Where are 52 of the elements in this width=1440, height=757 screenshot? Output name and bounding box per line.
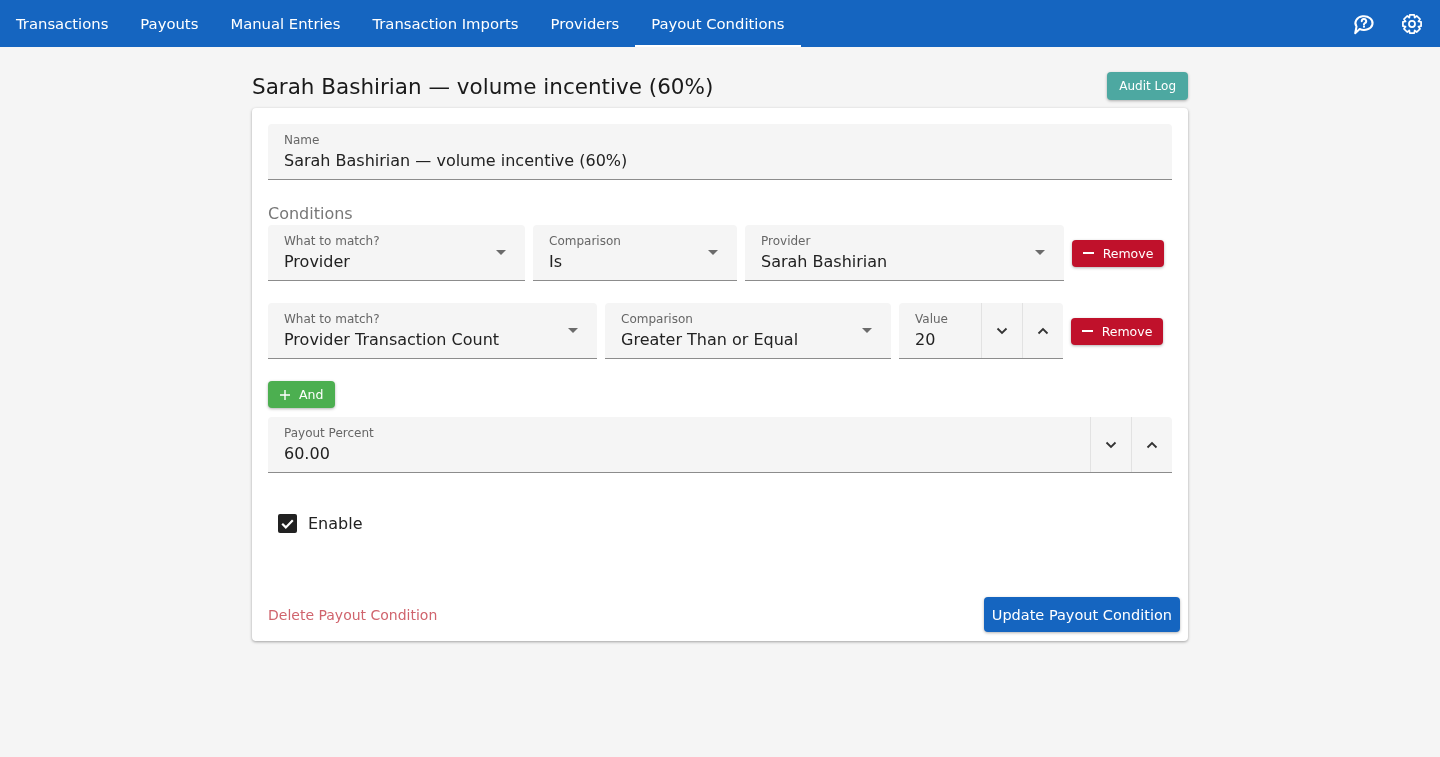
number-field[interactable]: Value 20 (899, 303, 1063, 359)
nav-tab[interactable]: Payouts (124, 0, 215, 47)
checkbox-label: Enable (308, 513, 363, 533)
help-icon[interactable] (1352, 12, 1375, 35)
nav-tab[interactable]: Manual Entries (214, 0, 357, 47)
select-field[interactable]: What to match? Provider Transaction Count (268, 303, 597, 359)
field-label: Payout Percent (284, 426, 374, 440)
plus-icon (280, 389, 290, 400)
nav-tab[interactable]: Providers (534, 0, 636, 47)
nav-tab[interactable]: Transaction Imports (356, 0, 535, 47)
update-button[interactable]: Update Payout Condition (983, 597, 1180, 632)
field-value: Provider Transaction Count (284, 330, 500, 350)
field-label: Name (284, 133, 320, 147)
chevron-up-icon (1146, 440, 1158, 449)
nav-tab[interactable]: Payout Conditions (635, 0, 801, 47)
field-label: Provider (761, 234, 811, 248)
select-field[interactable]: Comparison Is (533, 225, 737, 281)
caret-icon (496, 250, 506, 255)
page-title: Sarah Bashirian — volume incentive (60%) (252, 73, 714, 99)
number-field[interactable]: Payout Percent 60.00 (268, 417, 1172, 473)
caret-icon (862, 328, 872, 333)
field-value: Sarah Bashirian (761, 252, 888, 272)
caret-icon (708, 250, 718, 255)
checkbox-checked-icon[interactable] (278, 513, 297, 533)
field-value: Greater Than or Equal (621, 330, 799, 350)
caret-icon (1035, 250, 1045, 255)
settings-icon[interactable] (1401, 12, 1423, 35)
select-field[interactable]: What to match? Provider (268, 225, 525, 281)
chevron-down-icon (996, 326, 1008, 335)
section-label: Conditions (268, 204, 353, 224)
select-field[interactable]: Comparison Greater Than or Equal (605, 303, 891, 359)
minus-icon (1081, 330, 1093, 332)
remove-button[interactable]: Remove (1072, 239, 1164, 267)
field-value: 60.00 (284, 444, 330, 464)
field-label: Value (915, 312, 948, 326)
chevron-down-icon (1105, 440, 1117, 449)
remove-button[interactable]: Remove (1071, 317, 1163, 345)
field-label: Comparison (549, 234, 621, 248)
field-label: What to match? (284, 312, 380, 326)
name-field[interactable]: Name Sarah Bashirian — volume incentive (60%) (268, 124, 1172, 180)
field-label: What to match? (284, 234, 380, 248)
field-value: Provider (284, 252, 350, 272)
minus-icon (1082, 252, 1094, 254)
field-value: Sarah Bashirian — volume incentive (60%) (284, 151, 628, 171)
select-field[interactable]: Provider Sarah Bashirian (745, 225, 1064, 281)
field-value: Is (549, 252, 563, 272)
nav-tab[interactable]: Transactions (0, 0, 125, 47)
chevron-up-icon (1037, 326, 1049, 335)
field-label: Comparison (621, 312, 693, 326)
field-value: 20 (915, 330, 936, 350)
caret-icon (568, 328, 578, 333)
delete-link[interactable]: Delete Payout Condition (268, 606, 438, 623)
